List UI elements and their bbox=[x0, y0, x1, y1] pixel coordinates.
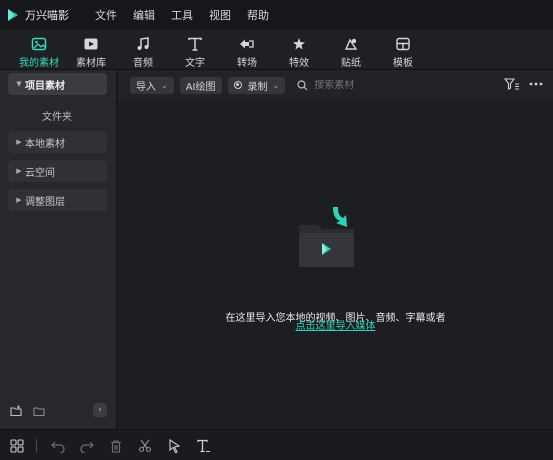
tab-stock-library[interactable]: 素材库 bbox=[65, 30, 117, 69]
new-folder-icon[interactable] bbox=[10, 405, 22, 417]
tab-my-media[interactable]: 我的素材 bbox=[13, 30, 65, 69]
audio-icon bbox=[137, 37, 149, 50]
tab-text-label: 文字 bbox=[185, 58, 205, 69]
transition-icon bbox=[240, 39, 254, 49]
effects-icon bbox=[293, 38, 305, 50]
menu-tools[interactable]: 工具 bbox=[171, 7, 193, 23]
sidebar: ▼ 项目素材 文件夹 ▶ 本地素材 ▶ 云空间 ▶ 调整图层 ‹ bbox=[0, 70, 117, 429]
undo-icon[interactable] bbox=[51, 439, 65, 453]
menu-help[interactable]: 帮助 bbox=[247, 7, 269, 23]
tab-transition-label: 转场 bbox=[237, 58, 257, 69]
tab-transition[interactable]: 转场 bbox=[221, 30, 273, 69]
layout-grid-icon[interactable] bbox=[10, 439, 24, 453]
sidebar-item-local-media[interactable]: ▶ 本地素材 bbox=[8, 131, 107, 153]
sidebar-item-label: 调整图层 bbox=[25, 196, 65, 208]
tab-text[interactable]: 文字 bbox=[169, 30, 221, 69]
tab-audio[interactable]: 音频 bbox=[117, 30, 169, 69]
app-name: 万兴喵影 bbox=[25, 9, 69, 22]
text-tool-icon[interactable] bbox=[197, 439, 211, 453]
app-logo-icon bbox=[8, 9, 18, 21]
sidebar-item-adjustment-layer[interactable]: ▶ 调整图层 bbox=[8, 189, 107, 211]
empty-state: 在这里导入您本地的视频、图片、音频、字幕或者 点击这里导入媒体 bbox=[118, 70, 553, 429]
stock-library-icon bbox=[84, 38, 98, 50]
redo-icon[interactable] bbox=[80, 439, 94, 453]
menu-view[interactable]: 视图 bbox=[209, 7, 231, 23]
caret-right-icon: ▶ bbox=[16, 196, 22, 204]
sidebar-item-project-media[interactable]: ▼ 项目素材 bbox=[8, 73, 107, 95]
sticker-icon bbox=[344, 38, 358, 50]
tab-effects-label: 特效 bbox=[289, 58, 309, 69]
tab-sticker[interactable]: 贴纸 bbox=[325, 30, 377, 69]
template-icon bbox=[396, 37, 410, 51]
timeline-toolbar bbox=[0, 429, 553, 460]
sidebar-item-cloud[interactable]: ▶ 云空间 bbox=[8, 160, 107, 182]
title-bar: 万兴喵影 文件 编辑 工具 视图 帮助 bbox=[0, 0, 553, 30]
caret-down-icon: ▼ bbox=[16, 80, 22, 88]
sidebar-footer: ‹ bbox=[0, 403, 117, 421]
media-panel: 导入 ⌄ AI绘图 录制 ⌄ 在这里导入您本地的视频、图片、音频、字幕或者 点击… bbox=[118, 70, 553, 429]
tab-audio-label: 音频 bbox=[133, 58, 153, 69]
sidebar-item-label: 本地素材 bbox=[25, 138, 65, 150]
menu-edit[interactable]: 编辑 bbox=[133, 7, 155, 23]
import-media-link[interactable]: 点击这里导入媒体 bbox=[118, 317, 553, 332]
menu-file[interactable]: 文件 bbox=[95, 7, 117, 23]
scissors-icon[interactable] bbox=[138, 439, 152, 453]
collapse-sidebar-button[interactable]: ‹ bbox=[93, 403, 107, 417]
sidebar-item-label: 云空间 bbox=[25, 167, 55, 179]
my-media-icon bbox=[31, 37, 47, 51]
tab-effects[interactable]: 特效 bbox=[273, 30, 325, 69]
import-folder-icon[interactable] bbox=[296, 203, 358, 271]
delete-icon[interactable] bbox=[109, 439, 123, 453]
media-toolbar: 我的素材 素材库 音频 文字 转场 特效 贴纸 模板 bbox=[0, 30, 553, 70]
tab-my-media-label: 我的素材 bbox=[19, 58, 59, 69]
divider bbox=[36, 439, 37, 453]
tab-sticker-label: 贴纸 bbox=[341, 58, 361, 69]
tab-template-label: 模板 bbox=[393, 58, 413, 69]
select-tool-icon[interactable] bbox=[168, 439, 182, 453]
caret-right-icon: ▶ bbox=[16, 138, 22, 146]
folder-icon[interactable] bbox=[33, 405, 45, 417]
tab-stock-library-label: 素材库 bbox=[76, 58, 106, 69]
sidebar-item-folder[interactable]: 文件夹 bbox=[42, 108, 72, 123]
tab-template[interactable]: 模板 bbox=[377, 30, 429, 69]
text-icon bbox=[188, 37, 202, 51]
caret-right-icon: ▶ bbox=[16, 167, 22, 175]
menu-bar: 文件 编辑 工具 视图 帮助 bbox=[95, 7, 285, 23]
sidebar-item-label: 项目素材 bbox=[25, 80, 65, 92]
